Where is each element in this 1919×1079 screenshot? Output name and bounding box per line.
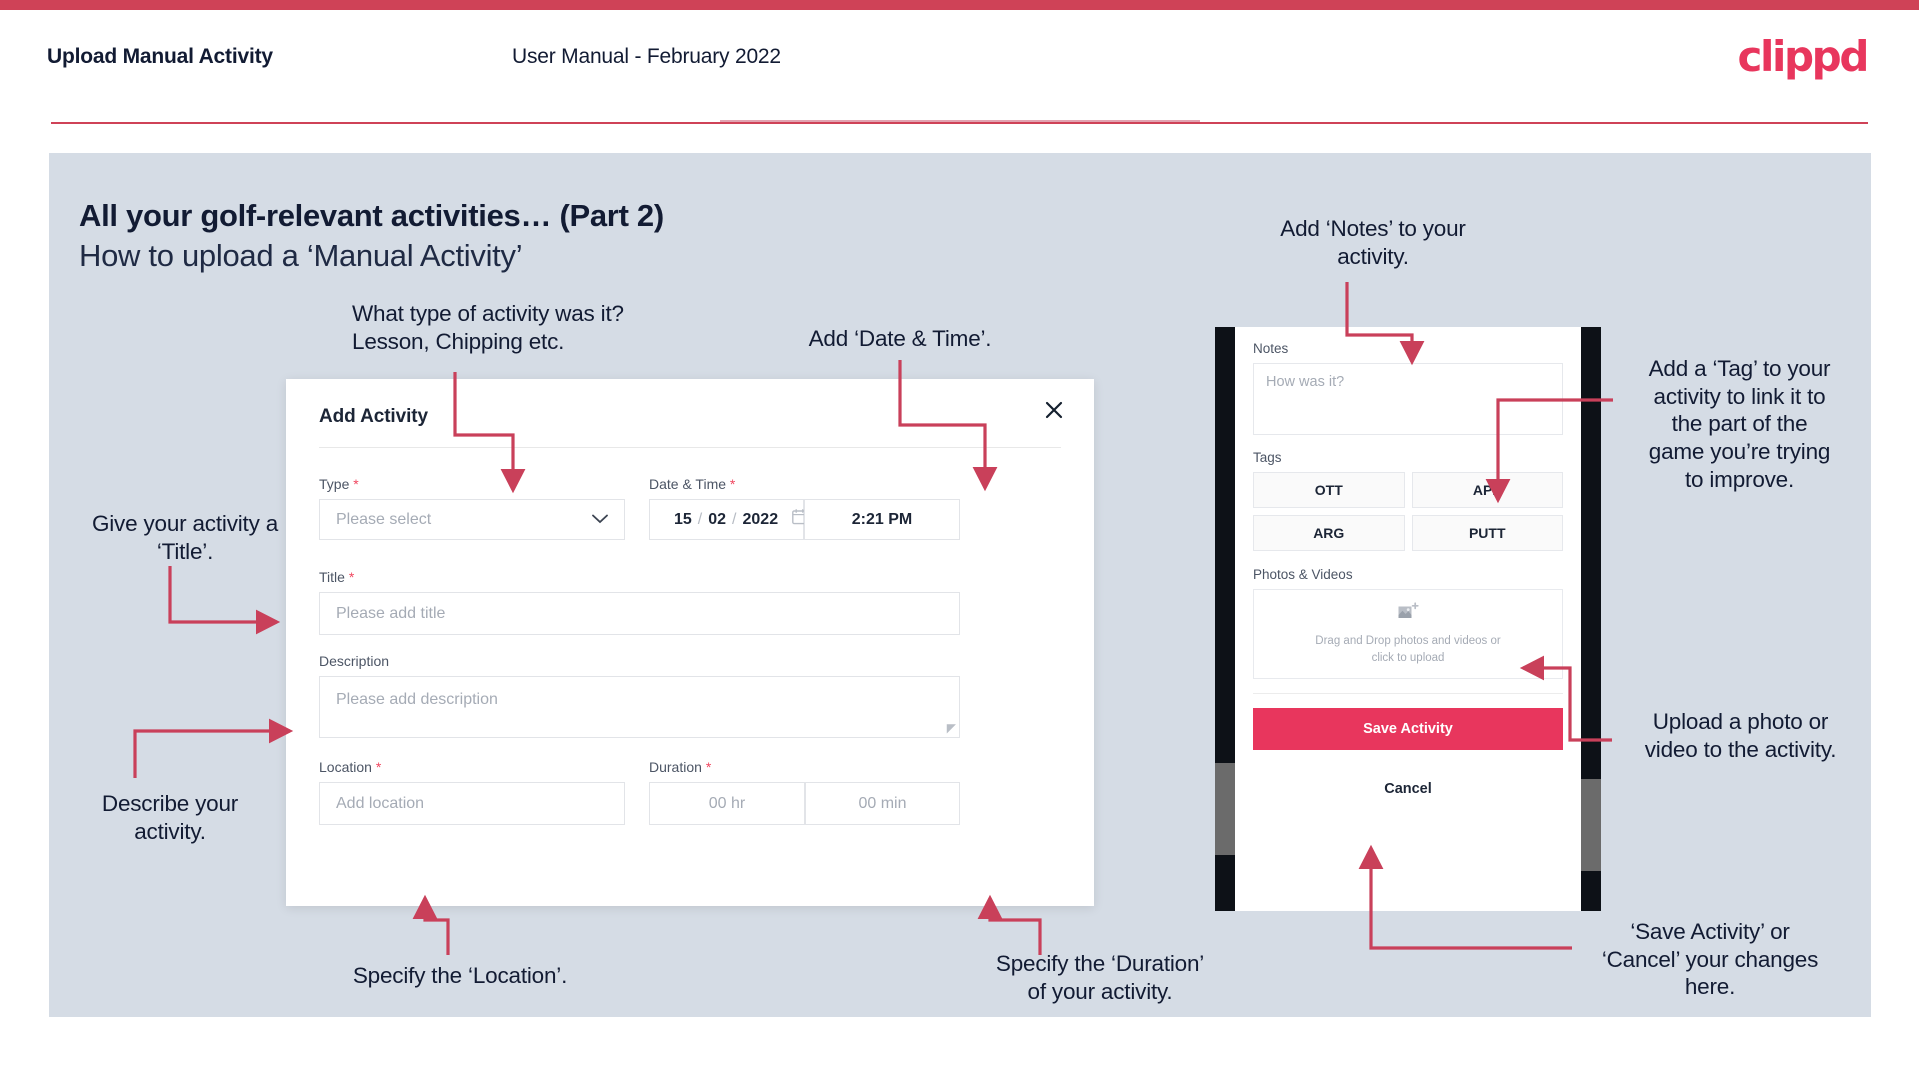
description-placeholder: Please add description <box>336 691 498 708</box>
dialog-divider <box>319 447 1061 448</box>
location-required-marker: * <box>375 759 382 775</box>
save-activity-button[interactable]: Save Activity <box>1253 708 1563 750</box>
header-divider <box>51 122 1868 124</box>
type-label: Type * <box>319 476 359 492</box>
duration-label-text: Duration <box>649 759 702 775</box>
phone-mockup: Notes How was it? Tags OTT APP ARG PUTT … <box>1215 327 1601 911</box>
annotation-save-cancel: ‘Save Activity’ or ‘Cancel’ your changes h… <box>1601 919 1819 1000</box>
dropzone-line-2: click to upload <box>1371 651 1445 664</box>
page-title: Upload Manual Activity <box>47 45 273 68</box>
phone-screen: Notes How was it? Tags OTT APP ARG PUTT … <box>1235 327 1581 911</box>
tags-label: Tags <box>1253 450 1282 465</box>
clippd-logo: clippd <box>1737 32 1870 81</box>
phone-bezel-right <box>1581 327 1601 911</box>
duration-minutes-input[interactable]: 00 min <box>805 782 960 825</box>
duration-minutes-placeholder: 00 min <box>858 794 907 812</box>
date-day: 15 <box>674 510 692 528</box>
description-label: Description <box>319 653 389 669</box>
phone-divider <box>1253 693 1563 694</box>
tag-putt[interactable]: PUTT <box>1411 515 1563 551</box>
notes-textarea[interactable]: How was it? <box>1253 363 1563 435</box>
add-image-icon <box>1397 602 1419 627</box>
title-placeholder: Please add title <box>336 604 446 622</box>
date-field[interactable]: 15 / 02 / 2022 <box>649 499 807 540</box>
photo-dropzone[interactable]: Drag and Drop photos and videos or click… <box>1253 589 1563 679</box>
tag-app[interactable]: APP <box>1411 472 1563 508</box>
location-input[interactable]: Add location <box>319 782 625 825</box>
close-icon[interactable] <box>1041 397 1067 423</box>
tag-ott[interactable]: OTT <box>1253 472 1405 508</box>
dropzone-text: Drag and Drop photos and videos or click… <box>1315 633 1500 666</box>
phone-volume-button-left <box>1215 763 1235 855</box>
dialog-title: Add Activity <box>319 406 428 427</box>
annotation-duration: Specify the ‘Duration’ of your activity. <box>995 951 1205 1004</box>
add-activity-dialog: Add Activity Type * Please select Date &… <box>286 379 1094 906</box>
date-time-label-text: Date & Time <box>649 476 727 492</box>
time-field[interactable]: 2:21 PM <box>804 499 960 540</box>
chevron-down-icon <box>592 511 608 529</box>
duration-label: Duration * <box>649 759 711 775</box>
notes-placeholder: How was it? <box>1266 374 1345 390</box>
description-label-text: Description <box>319 653 390 669</box>
date-separator-2: / <box>732 510 737 528</box>
title-label: Title * <box>319 569 354 585</box>
annotation-date-time: Add ‘Date & Time’. <box>808 326 992 351</box>
cancel-button[interactable]: Cancel <box>1253 769 1563 809</box>
annotation-location: Specify the ‘Location’. <box>352 963 568 988</box>
description-textarea[interactable]: Please add description ◤ <box>319 676 960 738</box>
date-value: 15 / 02 / 2022 <box>674 511 778 529</box>
title-required-marker: * <box>348 569 355 585</box>
page-subtitle: User Manual - February 2022 <box>512 45 781 68</box>
dropzone-line-1: Drag and Drop photos and videos or <box>1315 634 1501 647</box>
type-required-marker: * <box>353 476 359 492</box>
date-year: 2022 <box>742 510 779 528</box>
annotation-tags: Add a ‘Tag’ to your activity to link it t… <box>1648 356 1831 492</box>
photos-videos-label: Photos & Videos <box>1253 567 1353 582</box>
annotation-description: Describe your activity. <box>101 791 239 844</box>
tag-arg[interactable]: ARG <box>1253 515 1405 551</box>
slide-heading: All your golf-relevant activities… (Part… <box>79 198 664 233</box>
title-input[interactable]: Please add title <box>319 592 960 635</box>
date-time-label: Date & Time * <box>649 476 735 492</box>
location-label-text: Location <box>319 759 372 775</box>
type-placeholder: Please select <box>336 510 432 528</box>
duration-hours-placeholder: 00 hr <box>708 794 746 812</box>
tags-grid: OTT APP ARG PUTT <box>1253 472 1563 551</box>
annotation-upload: Upload a photo or video to the activity. <box>1644 709 1837 762</box>
date-separator-1: / <box>697 510 703 528</box>
location-placeholder: Add location <box>336 794 425 812</box>
phone-bezel-left <box>1215 327 1235 911</box>
duration-hours-input[interactable]: 00 hr <box>649 782 805 825</box>
type-select[interactable]: Please select <box>319 499 625 540</box>
title-label-text: Title <box>319 569 345 585</box>
location-label: Location * <box>319 759 381 775</box>
annotation-notes: Add ‘Notes’ to your activity. <box>1280 216 1466 269</box>
time-value: 2:21 PM <box>851 510 913 528</box>
duration-required-marker: * <box>705 759 712 775</box>
phone-power-button-right <box>1581 779 1601 871</box>
slide-subheading: How to upload a ‘Manual Activity’ <box>79 238 523 273</box>
annotation-type: What type of activity was it? Lesson, Chi… <box>352 301 624 354</box>
top-accent-bar <box>0 0 1919 10</box>
slide-root: Upload Manual Activity User Manual - Feb… <box>0 0 1919 1079</box>
notes-label: Notes <box>1253 341 1289 356</box>
header-divider-highlight <box>720 120 1200 122</box>
date-month: 02 <box>708 510 727 528</box>
date-time-required-marker: * <box>729 476 736 492</box>
resize-handle-icon[interactable]: ◤ <box>947 721 956 735</box>
type-label-text: Type <box>319 476 350 492</box>
